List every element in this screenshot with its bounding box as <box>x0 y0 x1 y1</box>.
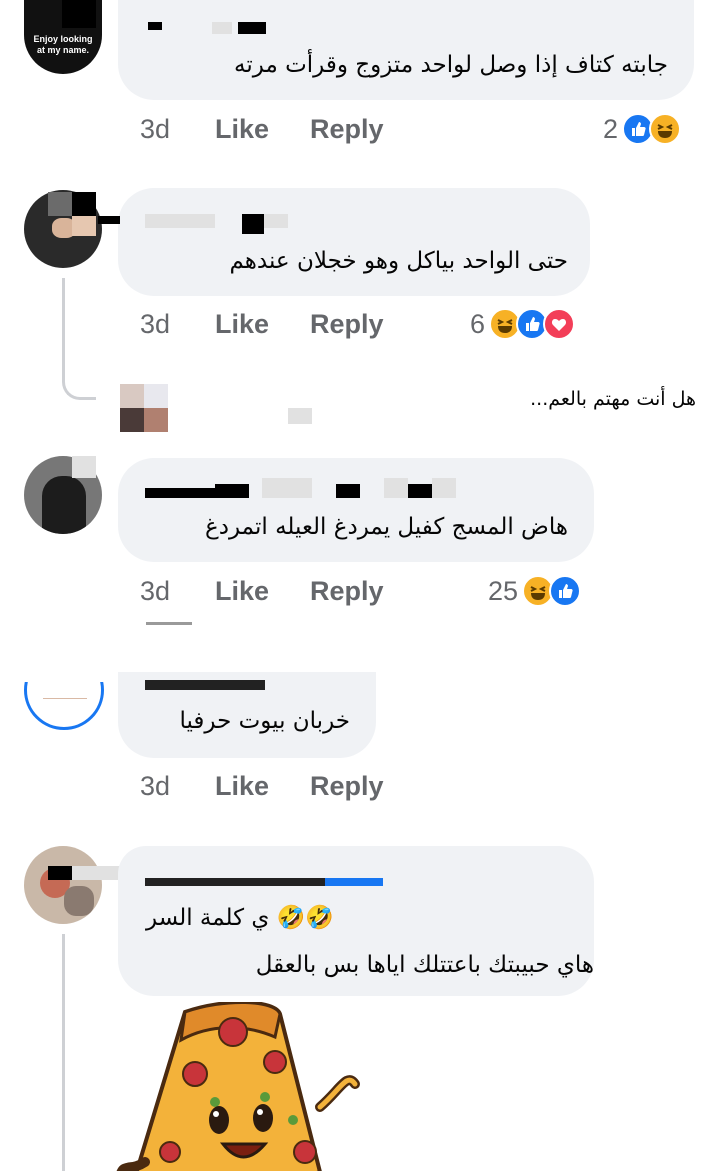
name-redaction <box>48 866 72 880</box>
name-redaction <box>72 216 96 236</box>
avatar-figure <box>42 476 86 534</box>
timestamp[interactable]: 3d <box>140 771 170 802</box>
name-redaction <box>72 866 120 880</box>
comment-text: هاي حبيبتك باعتتلك اياها بس بالعقل <box>255 952 594 978</box>
comment-text: خربان بيوت حرفيا <box>179 708 350 734</box>
reply-button[interactable]: Reply <box>310 309 384 340</box>
comment-actions: 3d Like Reply <box>140 114 400 150</box>
text-redaction <box>146 622 192 625</box>
pizza-sticker[interactable] <box>115 1002 365 1171</box>
reply-button[interactable]: Reply <box>310 576 384 607</box>
name-redaction <box>48 192 72 216</box>
reply-avatar-redaction <box>120 408 144 432</box>
reply-button[interactable]: Reply <box>310 114 384 145</box>
haha-reaction-icon <box>649 113 682 145</box>
comment-text: حتى الواحد بياكل وهو خجلان عندهم <box>229 248 568 274</box>
love-reaction-icon <box>543 308 576 340</box>
name-redaction <box>72 192 96 216</box>
reaction-summary[interactable]: 2 <box>603 113 682 145</box>
comment-text: جابته كتاف إذا وصل لواحد متزوج وقرأت مرت… <box>234 52 668 78</box>
comment-actions: 3d Like Reply <box>140 576 400 612</box>
name-redaction <box>145 878 325 886</box>
name-redaction <box>215 484 249 498</box>
comment-bubble <box>118 188 590 296</box>
name-redaction <box>238 22 266 34</box>
comment-actions: 3d Like Reply <box>140 309 400 345</box>
like-button[interactable]: Like <box>215 114 269 145</box>
like-button[interactable]: Like <box>215 771 269 802</box>
comment-text: هاض المسج كفيل يمردغ العيله اتمردغ <box>205 514 568 540</box>
name-redaction <box>145 214 215 228</box>
comment-text: ي كلمة السر 🤣🤣 <box>146 905 335 931</box>
name-redaction <box>432 478 456 498</box>
name-redaction <box>288 408 312 424</box>
name-redaction <box>336 484 360 498</box>
timestamp[interactable]: 3d <box>140 114 170 145</box>
thread-connector <box>62 934 65 1171</box>
name-redaction <box>384 478 408 498</box>
thread-connector <box>62 278 96 400</box>
name-redaction <box>212 22 232 34</box>
name-redaction <box>242 214 264 234</box>
like-button[interactable]: Like <box>215 576 269 607</box>
reaction-summary[interactable]: 25 <box>488 575 582 607</box>
name-redaction <box>24 650 120 682</box>
name-redaction <box>145 680 265 690</box>
avatar[interactable] <box>24 846 102 924</box>
name-redaction <box>325 878 383 886</box>
name-redaction <box>72 456 96 478</box>
reply-avatar-redaction <box>144 384 168 408</box>
like-button[interactable]: Like <box>215 309 269 340</box>
comment-actions: 3d Like Reply <box>140 771 400 807</box>
reply-button[interactable]: Reply <box>310 771 384 802</box>
reaction-count: 2 <box>603 113 619 144</box>
avatar-photo <box>64 886 94 916</box>
reaction-summary[interactable]: 6 <box>470 308 576 340</box>
reaction-count: 25 <box>488 575 519 606</box>
name-redaction <box>98 216 120 224</box>
reaction-count: 6 <box>470 308 486 339</box>
timestamp[interactable]: 3d <box>140 576 170 607</box>
pizza-sticker-graphic <box>117 1002 360 1171</box>
name-redaction <box>145 488 215 498</box>
avatar-text: Enjoy looking at my name. <box>33 34 93 55</box>
name-redaction <box>408 484 432 498</box>
reply-avatar-redaction <box>120 384 144 408</box>
name-redaction <box>264 214 288 228</box>
name-redaction <box>148 22 162 30</box>
timestamp[interactable]: 3d <box>140 309 170 340</box>
comment-bubble <box>118 458 594 562</box>
like-reaction-icon <box>549 575 582 607</box>
reply-avatar-redaction <box>144 408 168 432</box>
name-redaction <box>262 478 312 498</box>
comment-bubble <box>118 0 694 100</box>
name-redaction <box>62 0 96 28</box>
reply-preview-text[interactable]: هل أنت مهتم بالعم... <box>530 388 696 410</box>
